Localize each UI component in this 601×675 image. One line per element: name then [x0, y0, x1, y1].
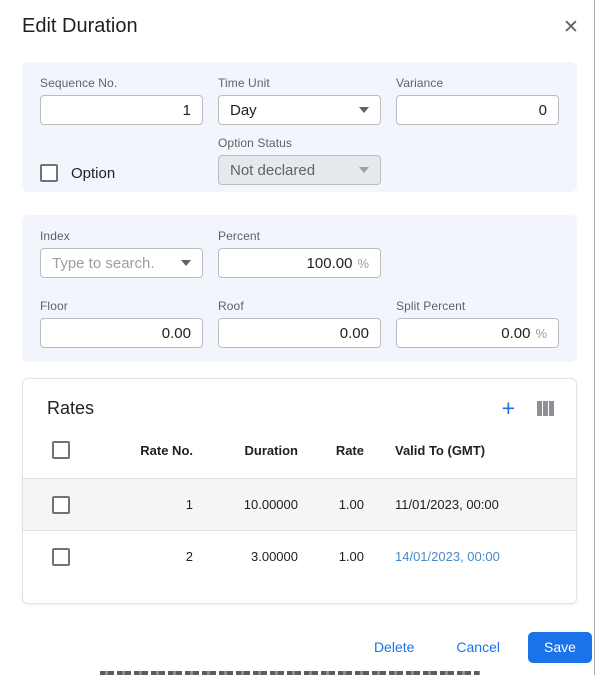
- variance-field: Variance 0: [396, 76, 559, 125]
- view-columns-icon[interactable]: [537, 401, 554, 416]
- percent-field: Percent 100.00 %: [218, 229, 381, 278]
- index-placeholder: Type to search.: [52, 254, 155, 272]
- select-all-checkbox[interactable]: [52, 441, 70, 459]
- background-page-sliver: [100, 671, 480, 675]
- close-icon[interactable]: ✕: [560, 16, 582, 38]
- variance-label: Variance: [396, 76, 444, 90]
- option-checkbox[interactable]: [40, 164, 58, 182]
- percent-input[interactable]: 100.00 %: [218, 248, 381, 278]
- floor-label: Floor: [40, 299, 68, 313]
- cancel-button[interactable]: Cancel: [442, 631, 514, 663]
- split-percent-value: 0.00: [501, 324, 531, 342]
- index-field: Index Type to search.: [40, 229, 203, 278]
- floor-value: 0.00: [161, 324, 191, 342]
- option-field: Option: [40, 158, 203, 188]
- cell-rate: 1.00: [338, 549, 364, 564]
- add-rate-icon[interactable]: +: [502, 397, 515, 420]
- index-select[interactable]: Type to search.: [40, 248, 203, 278]
- roof-value: 0.00: [339, 324, 369, 342]
- duration-section: Sequence No. 1 Time Unit Day Variance 0: [22, 62, 577, 192]
- col-valid-to: Valid To (GMT): [395, 442, 486, 458]
- variance-value: 0: [538, 101, 547, 119]
- percent-value: 100.00: [306, 254, 353, 272]
- cell-rate: 1.00: [338, 497, 364, 512]
- table-row[interactable]: 1 10.00000 1.00 11/01/2023, 00:00: [23, 478, 576, 530]
- roof-label: Roof: [218, 299, 244, 313]
- percent-suffix: %: [357, 255, 369, 271]
- col-rate-no: Rate No.: [140, 442, 193, 458]
- rates-title: Rates: [47, 398, 95, 418]
- cell-duration: 3.00000: [251, 549, 298, 564]
- cell-rate-no: 1: [185, 497, 193, 512]
- rates-table: Rate No. Duration Rate Valid To (GMT) 1 …: [23, 422, 576, 582]
- percent-label: Percent: [218, 229, 261, 243]
- cell-duration: 10.00000: [243, 497, 298, 512]
- floor-field: Floor 0.00: [40, 299, 203, 348]
- table-row[interactable]: 2 3.00000 1.00 14/01/2023, 00:00: [23, 530, 576, 582]
- sequence-no-label: Sequence No.: [40, 76, 118, 90]
- chevron-down-icon: [359, 167, 369, 173]
- row-checkbox[interactable]: [52, 495, 70, 514]
- delete-button[interactable]: Delete: [360, 631, 428, 663]
- variance-input[interactable]: 0: [396, 95, 559, 125]
- cell-rate-no: 2: [185, 549, 193, 564]
- split-percent-field: Split Percent 0.00 %: [396, 299, 559, 348]
- dialog-footer: Delete Cancel Save: [360, 631, 592, 663]
- rates-card: Rates + Rate No. Duration Rate Valid To …: [22, 378, 577, 604]
- sequence-no-field: Sequence No. 1: [40, 76, 203, 125]
- roof-field: Roof 0.00: [218, 299, 381, 348]
- sequence-no-value: 1: [182, 101, 191, 119]
- option-status-field: Option Status Not declared: [218, 136, 381, 188]
- option-label: Option: [71, 164, 116, 182]
- time-unit-field: Time Unit Day: [218, 76, 381, 125]
- cell-valid-to-link[interactable]: 14/01/2023, 00:00: [364, 549, 576, 564]
- time-unit-select[interactable]: Day: [218, 95, 381, 125]
- chevron-down-icon: [359, 107, 369, 113]
- time-unit-label: Time Unit: [218, 76, 270, 90]
- page-edge-divider: [594, 0, 595, 675]
- cell-valid-to: 11/01/2023, 00:00: [395, 497, 499, 512]
- row-checkbox[interactable]: [52, 547, 70, 566]
- option-status-label: Option Status: [218, 136, 293, 150]
- split-percent-suffix: %: [535, 325, 547, 341]
- col-rate: Rate: [335, 442, 364, 458]
- rates-table-header: Rate No. Duration Rate Valid To (GMT): [23, 422, 576, 478]
- option-status-select: Not declared: [218, 155, 381, 185]
- roof-input[interactable]: 0.00: [218, 318, 381, 348]
- edit-duration-dialog: Edit Duration ✕ Sequence No. 1 Time Unit…: [0, 0, 601, 675]
- floor-input[interactable]: 0.00: [40, 318, 203, 348]
- index-section: Index Type to search. Percent 100.00 % F…: [22, 215, 577, 362]
- split-percent-input[interactable]: 0.00 %: [396, 318, 559, 348]
- chevron-down-icon: [181, 260, 191, 266]
- index-label: Index: [40, 229, 70, 243]
- split-percent-label: Split Percent: [396, 299, 466, 313]
- time-unit-value: Day: [230, 101, 257, 119]
- save-button[interactable]: Save: [528, 631, 592, 663]
- sequence-no-input[interactable]: 1: [40, 95, 203, 125]
- option-status-value: Not declared: [230, 161, 316, 179]
- dialog-title: Edit Duration: [22, 15, 138, 37]
- col-duration: Duration: [244, 442, 298, 458]
